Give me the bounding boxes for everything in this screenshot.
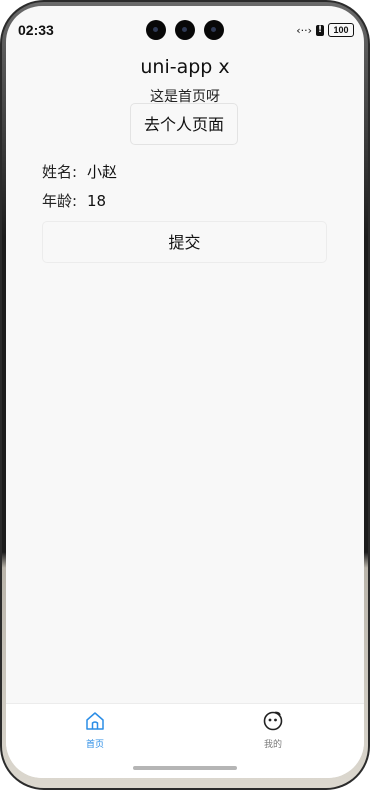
alert-icon: !	[316, 24, 324, 36]
smiley-icon	[263, 711, 283, 731]
goto-profile-button[interactable]: 去个人页面	[130, 103, 238, 145]
name-row: 姓名: 小赵	[42, 161, 117, 182]
name-label: 姓名:	[42, 163, 78, 181]
status-icons: ‹··› ! 100	[296, 23, 354, 37]
status-time: 02:33	[18, 22, 54, 38]
camera-icon	[204, 20, 224, 40]
age-value: 18	[87, 191, 107, 210]
age-row: 年龄: 18	[42, 190, 106, 211]
phone-frame: 02:33 ‹··› ! 100 uni-app x 这是首页呀 去个人页面 姓…	[0, 0, 370, 790]
camera-icon	[175, 20, 195, 40]
camera-icon	[146, 20, 166, 40]
tab-mine-label: 我的	[263, 740, 282, 750]
age-label: 年龄:	[42, 192, 78, 210]
page-title: uni-app x	[140, 56, 230, 78]
network-icon: ‹··›	[296, 23, 312, 37]
tab-home-label: 首页	[85, 740, 104, 750]
tab-mine[interactable]: 我的	[243, 710, 303, 750]
submit-button[interactable]: 提交	[42, 221, 327, 263]
status-bar: 02:33 ‹··› ! 100	[6, 6, 364, 46]
home-indicator[interactable]	[133, 766, 237, 770]
home-icon	[86, 712, 104, 730]
app-screen: 02:33 ‹··› ! 100 uni-app x 这是首页呀 去个人页面 姓…	[6, 6, 364, 778]
name-value: 小赵	[87, 163, 118, 181]
battery-icon: 100	[328, 23, 354, 37]
tab-home[interactable]: 首页	[65, 710, 125, 750]
